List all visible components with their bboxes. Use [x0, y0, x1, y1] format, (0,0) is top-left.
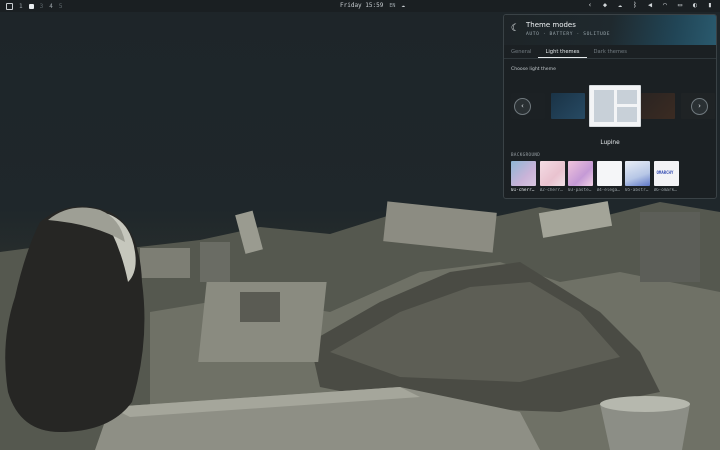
- selected-theme-thumbnail[interactable]: [589, 85, 641, 127]
- background-option[interactable]: 05-abstr…: [625, 161, 650, 193]
- bluetooth-icon[interactable]: ᛒ: [631, 1, 639, 10]
- dropbox-icon[interactable]: ◆: [601, 1, 609, 10]
- monitor-icon[interactable]: ▭: [676, 1, 684, 10]
- theme-thumbnail[interactable]: [641, 93, 675, 119]
- workspace-1[interactable]: 1: [19, 3, 23, 10]
- theme-modes-panel: ☾ Theme modes AUTO · BATTERY · SOLITUDE …: [503, 14, 717, 199]
- background-option[interactable]: 04-elega…: [596, 161, 622, 193]
- workspace-4[interactable]: 4: [49, 3, 53, 10]
- tab-light-themes[interactable]: Light themes: [538, 45, 587, 58]
- panel-title: Theme modes: [526, 21, 576, 29]
- background-option[interactable]: 02-cherr…: [539, 161, 565, 193]
- selected-theme-name: Lupine: [600, 140, 620, 146]
- cloud-status-icon[interactable]: ☁: [401, 2, 405, 9]
- background-option[interactable]: 03-paste…: [568, 161, 593, 193]
- battery-icon[interactable]: ▮: [706, 1, 714, 10]
- chevron-left-icon[interactable]: ‹: [586, 1, 594, 10]
- choose-theme-label: Choose light theme: [511, 67, 556, 72]
- tab-dark-themes[interactable]: Dark themes: [587, 45, 634, 58]
- background-name: 03-paste…: [568, 188, 592, 193]
- background-swatch[interactable]: [625, 161, 650, 186]
- workspace-5[interactable]: 5: [59, 3, 63, 10]
- previous-theme-button[interactable]: ‹: [514, 98, 531, 115]
- theme-carousel: ‹ ›: [509, 85, 715, 127]
- background-name: 06-omark…: [653, 188, 677, 193]
- theme-icon[interactable]: ◐: [691, 1, 699, 10]
- background-list: 01-cherr… 02-cherr… 03-paste… 04-elega… …: [511, 161, 679, 193]
- panel-header: ☾ Theme modes AUTO · BATTERY · SOLITUDE: [504, 15, 716, 45]
- app-menu-icon[interactable]: [6, 2, 13, 10]
- background-name: 05-abstr…: [625, 188, 649, 193]
- background-name: 02-cherr…: [539, 188, 563, 193]
- wifi-icon[interactable]: ◠: [661, 1, 669, 10]
- omarchy-logo: OMARCHY: [656, 170, 674, 175]
- background-name: 01-cherr…: [511, 188, 535, 193]
- background-swatch[interactable]: [539, 161, 565, 186]
- clock[interactable]: Friday 15:59 EN ☁: [340, 2, 405, 9]
- background-swatch[interactable]: OMARCHY: [653, 161, 679, 186]
- workspace-3[interactable]: 3: [40, 3, 44, 10]
- panel-subtitle: AUTO · BATTERY · SOLITUDE: [526, 32, 611, 37]
- language-indicator[interactable]: EN: [389, 3, 395, 9]
- background-swatch[interactable]: [511, 161, 536, 186]
- tab-general[interactable]: General: [504, 45, 538, 58]
- volume-icon[interactable]: ◀: [646, 1, 654, 10]
- background-label: BACKGROUND: [511, 152, 541, 157]
- top-bar: 1 2 3 4 5 Friday 15:59 EN ☁ ‹ ◆ ☁ ᛒ ◀ ◠ …: [0, 0, 720, 12]
- background-swatch[interactable]: [568, 161, 593, 186]
- background-option[interactable]: OMARCHY 06-omark…: [653, 161, 679, 193]
- moon-icon: ☾: [511, 23, 518, 34]
- background-swatch[interactable]: [596, 161, 622, 186]
- system-tray: ‹ ◆ ☁ ᛒ ◀ ◠ ▭ ◐ ▮: [586, 1, 714, 10]
- cloud-icon[interactable]: ☁: [616, 1, 624, 10]
- background-name: 04-elega…: [596, 188, 620, 193]
- theme-tabs: General Light themes Dark themes: [504, 45, 716, 59]
- background-option[interactable]: 01-cherr…: [511, 161, 536, 193]
- next-theme-button[interactable]: ›: [691, 98, 708, 115]
- workspace-2[interactable]: 2: [28, 3, 34, 9]
- clock-text: Friday 15:59: [340, 2, 384, 9]
- theme-thumbnail[interactable]: [551, 93, 585, 119]
- workspace-switcher: 1 2 3 4 5: [0, 2, 63, 10]
